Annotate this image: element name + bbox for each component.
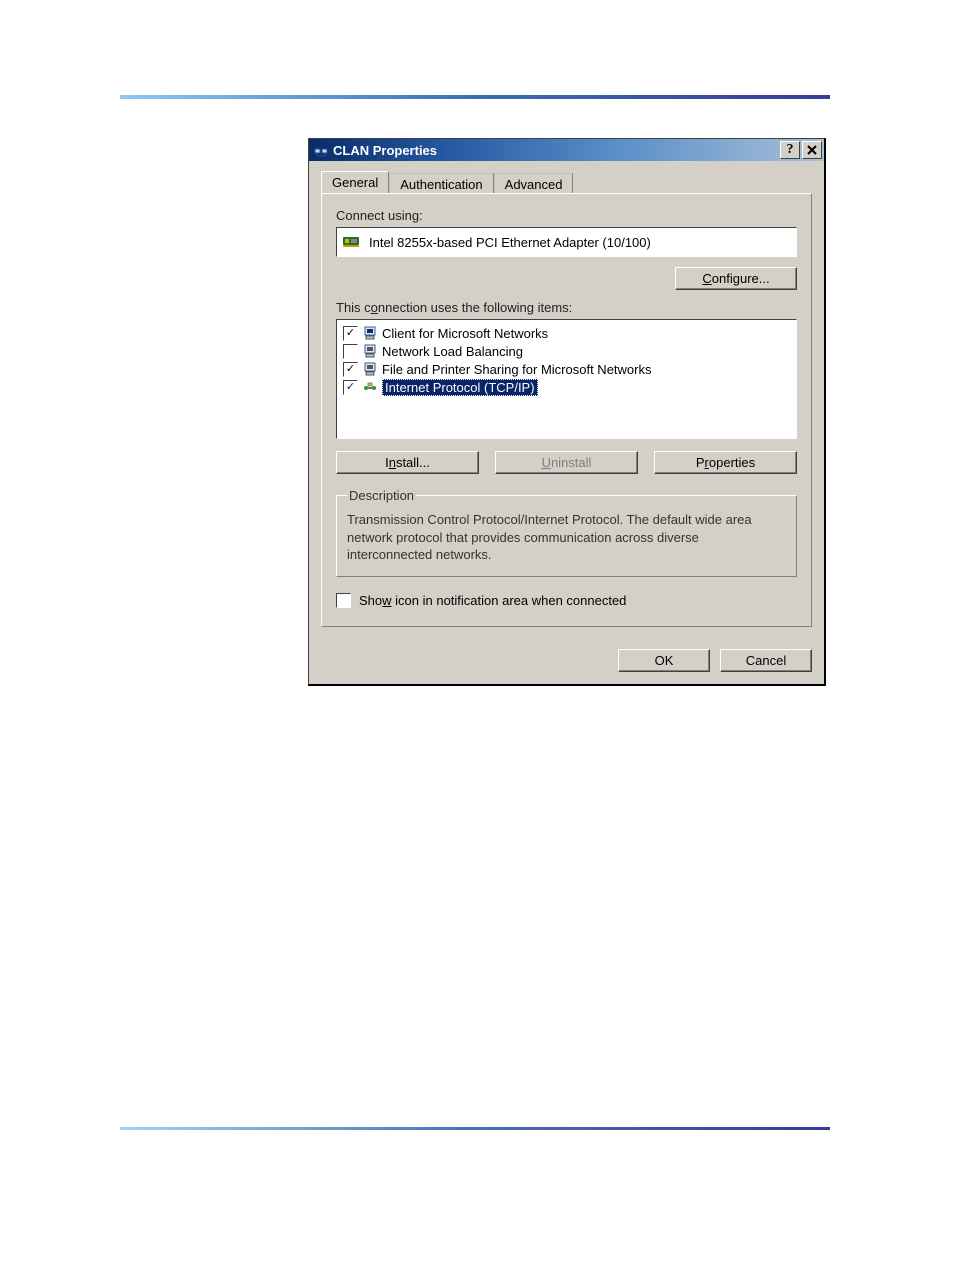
adapter-name: Intel 8255x-based PCI Ethernet Adapter (…: [369, 235, 651, 250]
connect-using-label: Connect using:: [336, 208, 797, 223]
item-action-buttons: Install... Uninstall Properties: [336, 451, 797, 474]
list-item[interactable]: ✓ Internet Protocol (TCP/IP): [343, 378, 790, 397]
connection-items-listbox[interactable]: ✓ Client for Microsoft Networks: [336, 319, 797, 439]
tab-general[interactable]: General: [321, 171, 389, 193]
items-label: This connection uses the following items…: [336, 300, 797, 315]
protocol-icon: [362, 380, 378, 396]
service-icon: [362, 361, 378, 377]
tab-strip: General Authentication Advanced: [321, 171, 812, 193]
ok-button[interactable]: OK: [618, 649, 710, 672]
cancel-button[interactable]: Cancel: [720, 649, 812, 672]
show-icon-label: Show icon in notification area when conn…: [359, 593, 626, 608]
properties-button[interactable]: Properties: [654, 451, 797, 474]
client-icon: [362, 325, 378, 341]
close-button[interactable]: [802, 141, 822, 159]
tab-authentication[interactable]: Authentication: [389, 173, 493, 195]
page-top-rule: [120, 95, 830, 99]
list-item[interactable]: ✓ File and Printer Sharing for Microsoft…: [343, 360, 790, 378]
service-icon: [362, 343, 378, 359]
titlebar-text: CLAN Properties: [333, 143, 778, 158]
checkbox[interactable]: ✓: [343, 362, 358, 377]
checkbox[interactable]: [343, 344, 358, 359]
uninstall-button[interactable]: Uninstall: [495, 451, 638, 474]
list-item-label: Internet Protocol (TCP/IP): [382, 379, 538, 396]
titlebar[interactable]: CLAN Properties ?: [309, 139, 824, 161]
network-adapter-icon: [343, 235, 361, 249]
connection-icon: [313, 142, 329, 158]
show-icon-checkbox[interactable]: [336, 593, 351, 608]
list-item-label: Network Load Balancing: [382, 344, 523, 359]
description-group: Description Transmission Control Protoco…: [336, 488, 797, 577]
clan-properties-dialog: CLAN Properties ? General Authentication…: [308, 138, 826, 686]
list-item[interactable]: ✓ Client for Microsoft Networks: [343, 324, 790, 342]
dialog-body: General Authentication Advanced Connect …: [309, 161, 824, 639]
description-text: Transmission Control Protocol/Internet P…: [347, 511, 786, 564]
help-button[interactable]: ?: [780, 141, 800, 159]
show-icon-row: Show icon in notification area when conn…: [336, 593, 797, 608]
checkbox[interactable]: ✓: [343, 326, 358, 341]
checkbox[interactable]: ✓: [343, 380, 358, 395]
tab-panel-general: Connect using: Intel 8255x-based PCI Eth…: [321, 193, 812, 627]
dialog-footer: OK Cancel: [309, 639, 824, 684]
page-bottom-rule: [120, 1127, 830, 1130]
adapter-field[interactable]: Intel 8255x-based PCI Ethernet Adapter (…: [336, 227, 797, 257]
list-item-label: File and Printer Sharing for Microsoft N…: [382, 362, 651, 377]
list-item[interactable]: Network Load Balancing: [343, 342, 790, 360]
install-button[interactable]: Install...: [336, 451, 479, 474]
configure-button[interactable]: Configure...: [675, 267, 797, 290]
description-legend: Description: [347, 488, 416, 503]
tab-advanced[interactable]: Advanced: [494, 173, 574, 195]
list-item-label: Client for Microsoft Networks: [382, 326, 548, 341]
